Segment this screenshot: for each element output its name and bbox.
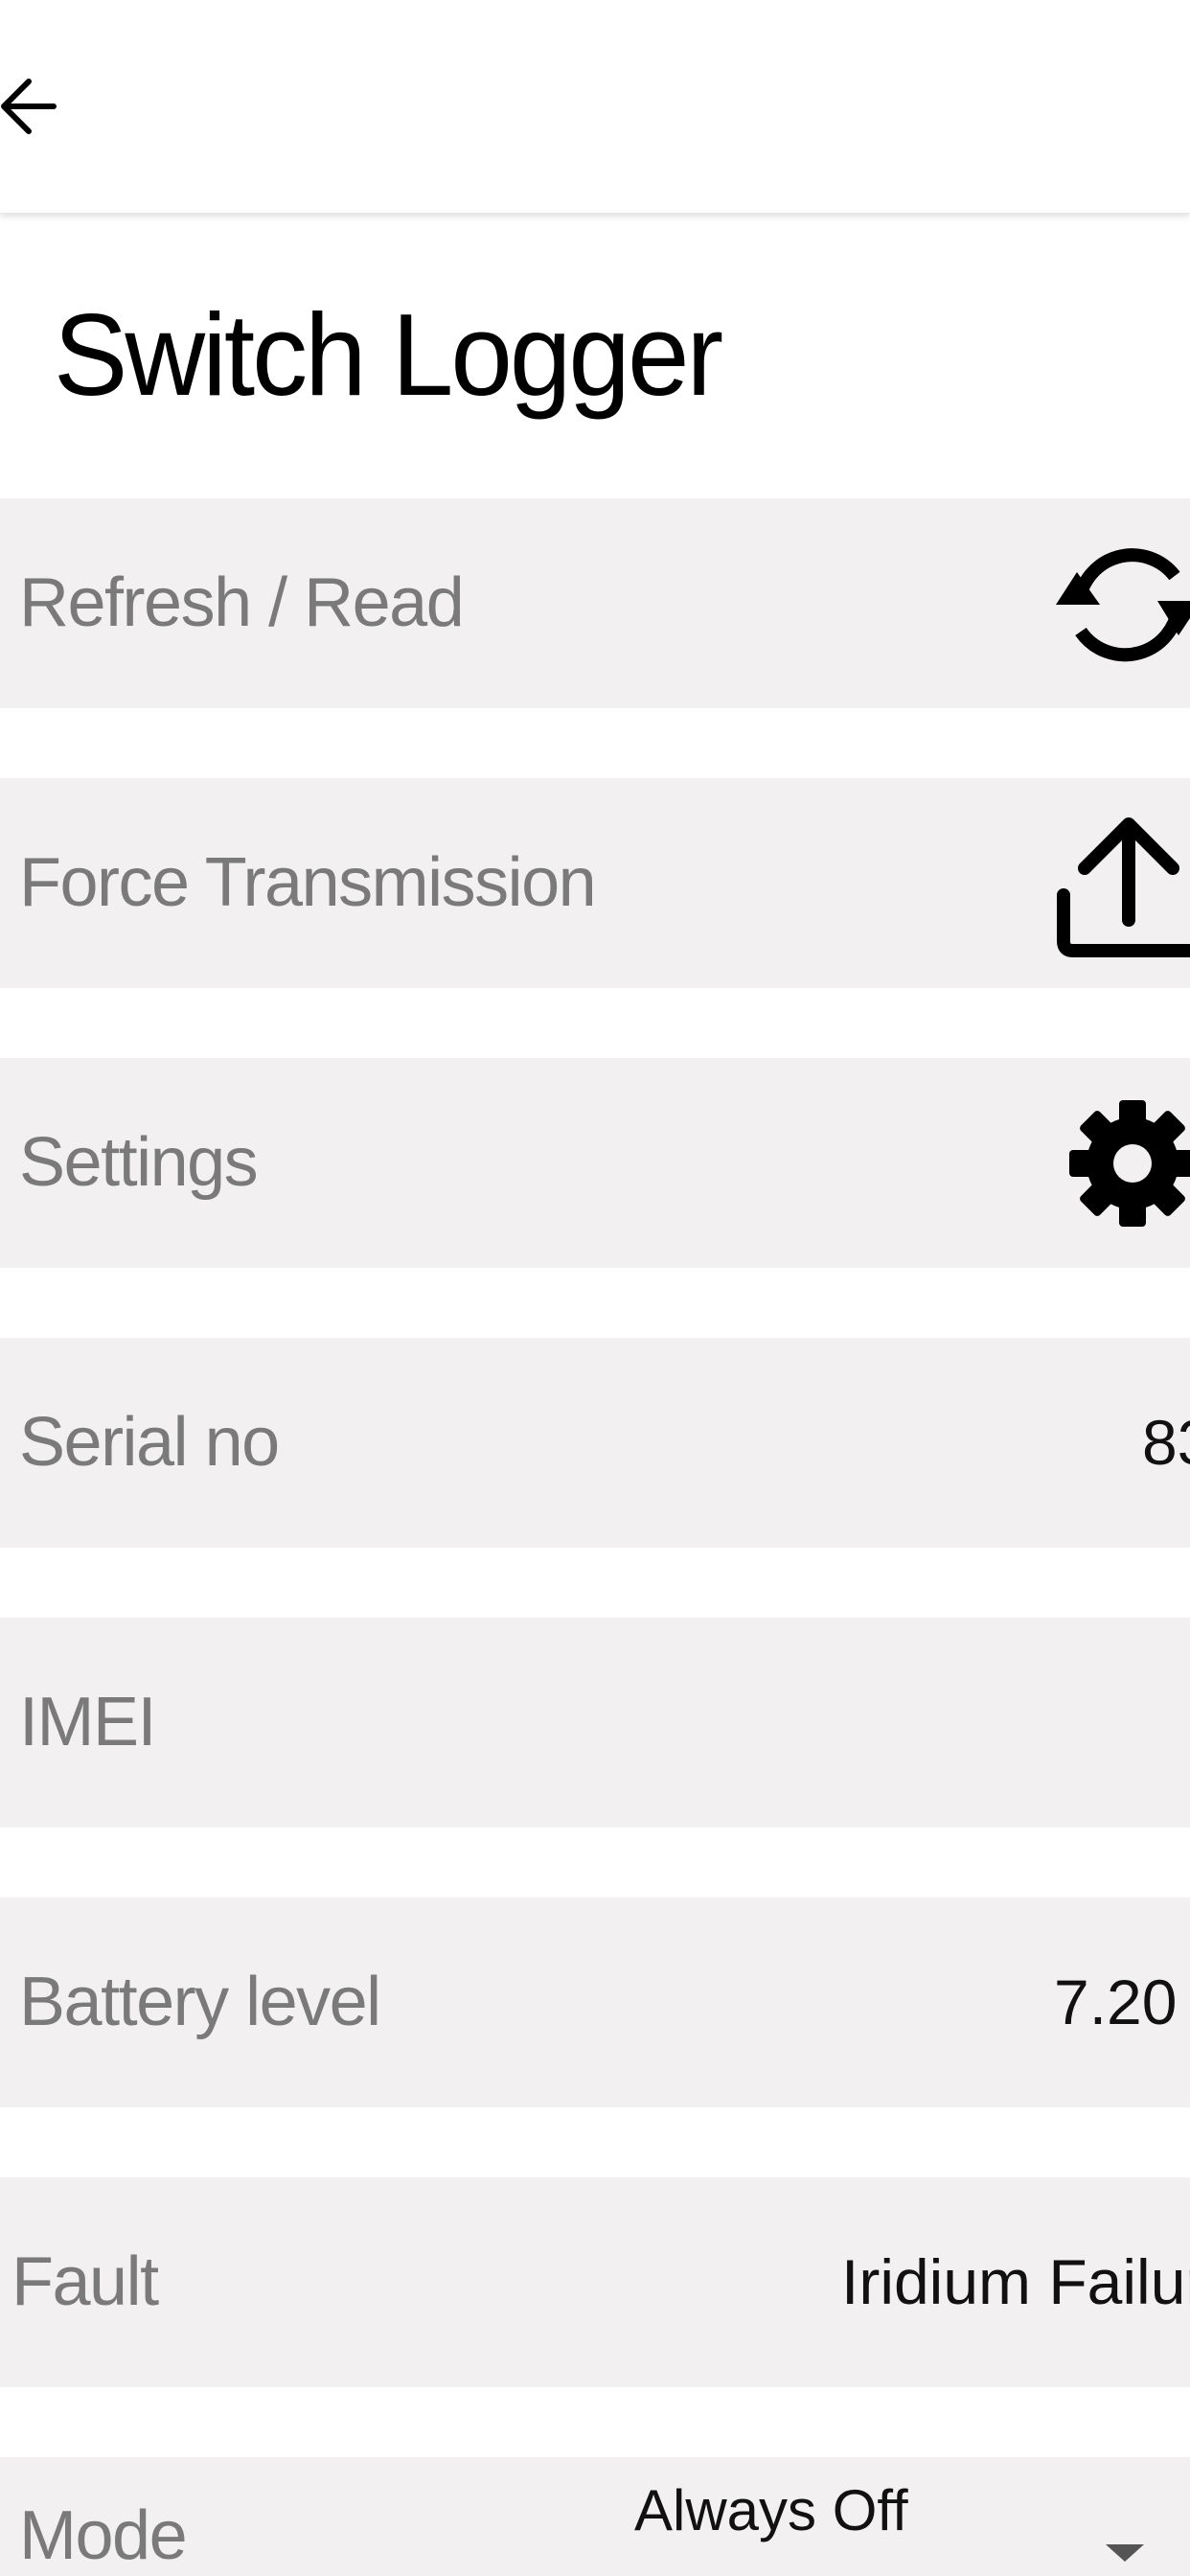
caret-down-icon[interactable] (1106, 2540, 1144, 2568)
battery-value: 7.20 V (1054, 1966, 1190, 2037)
mode-select-value[interactable]: Always Off (634, 2457, 908, 2576)
imei-label: IMEI (19, 1684, 157, 1760)
force-transmission-row[interactable]: Force Transmission (0, 778, 1190, 988)
gear-icon[interactable] (1065, 1058, 1190, 1268)
refresh-icon[interactable] (1052, 498, 1190, 708)
mode-label: Mode (19, 2497, 188, 2574)
refresh-read-row[interactable]: Refresh / Read (0, 498, 1190, 708)
force-transmission-label: Force Transmission (19, 844, 597, 921)
serial-value: 83 (1142, 1407, 1190, 1478)
serial-label: Serial no (19, 1404, 280, 1481)
fault-row: Fault Iridium Failure (0, 2177, 1190, 2387)
app-bar (0, 0, 1190, 214)
settings-row[interactable]: Settings (0, 1058, 1190, 1268)
imei-row: IMEI (0, 1618, 1190, 1828)
arrow-left-icon (1, 79, 57, 134)
battery-label: Battery level (19, 1964, 381, 2040)
battery-row: Battery level 7.20 V (0, 1898, 1190, 2107)
fault-label: Fault (11, 2243, 159, 2320)
mode-row[interactable]: Mode Always Off (0, 2457, 1190, 2576)
settings-label: Settings (19, 1124, 259, 1201)
back-button[interactable] (0, 63, 67, 150)
upload-icon[interactable] (1054, 778, 1190, 988)
fault-value: Iridium Failure (841, 2246, 1190, 2317)
refresh-read-label: Refresh / Read (19, 564, 465, 641)
serial-row: Serial no 83 (0, 1338, 1190, 1548)
page-title: Switch Logger (54, 288, 723, 421)
